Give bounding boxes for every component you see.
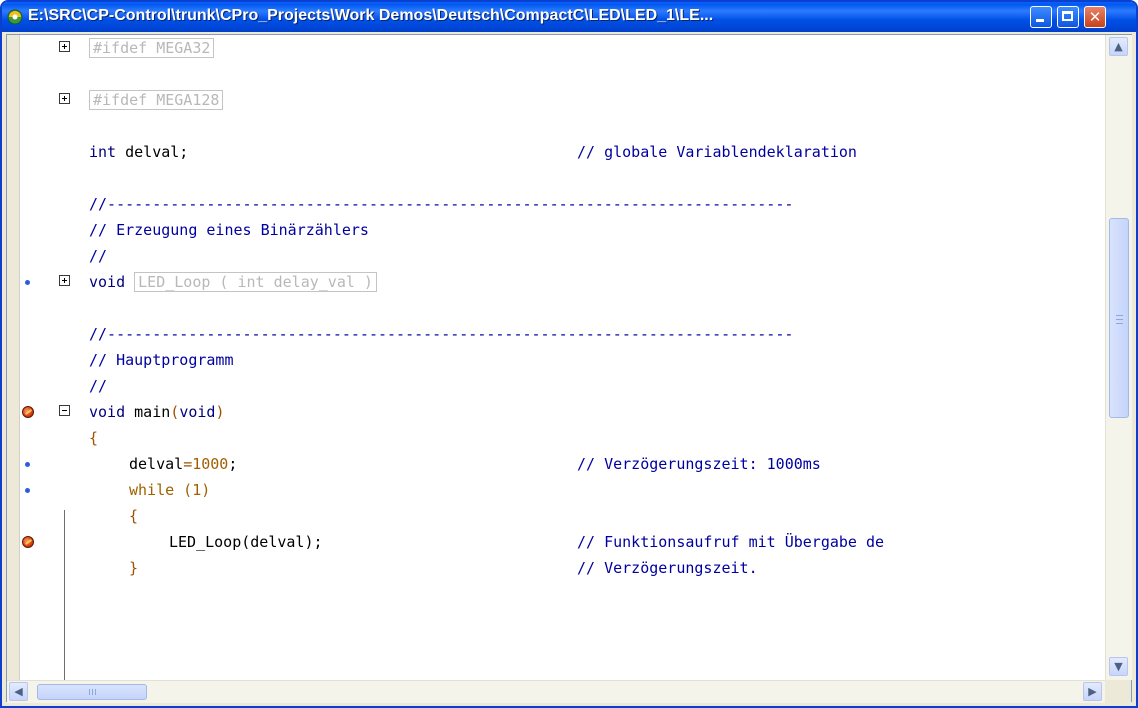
function-call: LED_Loop bbox=[169, 533, 242, 551]
code-comment: // Funktionsaufruf mit Übergabe de bbox=[577, 533, 885, 551]
code-line-9[interactable]: // Hauptprogramm bbox=[19, 347, 1105, 373]
close-icon: ✕ bbox=[1088, 8, 1102, 26]
horizontal-scrollbar[interactable]: ◀ ▶ bbox=[7, 680, 1105, 703]
scroll-down-button[interactable]: ▼ bbox=[1109, 657, 1128, 676]
code-line-8[interactable]: //--------------------------------------… bbox=[19, 321, 1105, 347]
chevron-up-icon: ▲ bbox=[1114, 40, 1123, 53]
executable-line-marker-icon[interactable] bbox=[25, 488, 30, 493]
breakpoint-icon[interactable] bbox=[22, 536, 34, 548]
executable-line-marker-icon[interactable] bbox=[25, 462, 30, 467]
vertical-scroll-thumb[interactable] bbox=[1109, 218, 1129, 418]
keyword: void bbox=[89, 273, 126, 291]
code-line-13[interactable]: delval=1000; // Verzögerungszeit: 1000ms bbox=[19, 451, 1105, 477]
horizontal-scroll-thumb[interactable] bbox=[37, 684, 147, 700]
expand-fold-icon[interactable] bbox=[59, 93, 70, 104]
brace: { bbox=[129, 507, 139, 525]
code-line-3[interactable]: int delval; // globale Variablendeklarat… bbox=[19, 139, 1105, 165]
folded-block-ifdef-mega32[interactable]: #ifdef MEGA32 bbox=[89, 38, 215, 58]
editor-window: E:\SRC\CP-Control\trunk\CPro_Projects\Wo… bbox=[0, 0, 1138, 708]
code-comment: // Verzögerungszeit. bbox=[577, 559, 758, 577]
keyword: int bbox=[89, 143, 117, 161]
code-line-16[interactable]: LED_Loop(delval); // Funktionsaufruf mit… bbox=[19, 529, 1105, 555]
resize-corner[interactable] bbox=[1105, 680, 1131, 702]
expand-fold-icon[interactable] bbox=[59, 41, 70, 52]
brace: { bbox=[89, 429, 99, 447]
chevron-right-icon: ▶ bbox=[1088, 685, 1097, 698]
code-line-14[interactable]: while (1) bbox=[19, 477, 1105, 503]
breakpoint-icon[interactable] bbox=[22, 406, 34, 418]
grip-icon bbox=[1116, 315, 1123, 316]
code-line-4[interactable]: //--------------------------------------… bbox=[19, 191, 1105, 217]
function-name: main bbox=[125, 403, 171, 421]
keyword: void bbox=[89, 403, 126, 421]
number-literal: 1000 bbox=[192, 455, 229, 473]
app-icon bbox=[7, 9, 23, 25]
code-line-11[interactable]: void main(void) bbox=[19, 399, 1105, 425]
code-line-7[interactable]: void LED_Loop ( int delay_val ) bbox=[19, 269, 1105, 295]
code-comment: //--------------------------------------… bbox=[89, 325, 794, 343]
folded-block-ifdef-mega128[interactable]: #ifdef MEGA128 bbox=[89, 90, 224, 110]
close-button[interactable]: ✕ bbox=[1084, 6, 1106, 28]
code-line-10[interactable]: // bbox=[19, 373, 1105, 399]
maximize-button[interactable] bbox=[1057, 6, 1079, 28]
keyword: while bbox=[129, 481, 175, 499]
code-comment: // Erzeugung eines Binärzählers bbox=[89, 221, 369, 239]
code-comment: // globale Variablendeklaration bbox=[577, 143, 857, 161]
code-comment: // bbox=[89, 377, 108, 395]
code-line-17[interactable]: } // Verzögerungszeit. bbox=[19, 555, 1105, 581]
minimize-icon bbox=[1036, 19, 1044, 22]
chevron-left-icon: ◀ bbox=[14, 685, 23, 698]
editor-client-area: #ifdef MEGA32 #ifdef MEGA128 int delval;… bbox=[6, 34, 1132, 703]
code-editor[interactable]: #ifdef MEGA32 #ifdef MEGA128 int delval;… bbox=[19, 35, 1105, 680]
code-line-6[interactable]: // bbox=[19, 243, 1105, 269]
code-line-12[interactable]: { bbox=[19, 425, 1105, 451]
scroll-up-button[interactable]: ▲ bbox=[1109, 37, 1128, 56]
executable-line-marker-icon[interactable] bbox=[25, 280, 30, 285]
code-text: delval; bbox=[116, 143, 189, 161]
title-bar[interactable]: E:\SRC\CP-Control\trunk\CPro_Projects\Wo… bbox=[2, 2, 1136, 32]
grip-icon bbox=[89, 689, 90, 695]
code-line-5[interactable]: // Erzeugung eines Binärzählers bbox=[19, 217, 1105, 243]
folded-function-led-loop[interactable]: LED_Loop ( int delay_val ) bbox=[134, 272, 377, 292]
scroll-left-button[interactable]: ◀ bbox=[9, 682, 28, 701]
code-line-1[interactable]: #ifdef MEGA32 bbox=[19, 35, 1105, 61]
code-line-15[interactable]: { bbox=[19, 503, 1105, 529]
expand-fold-icon[interactable] bbox=[59, 275, 70, 286]
code-comment: //--------------------------------------… bbox=[89, 195, 794, 213]
code-line-2[interactable]: #ifdef MEGA128 bbox=[19, 87, 1105, 113]
minimize-button[interactable] bbox=[1030, 6, 1052, 28]
chevron-down-icon: ▼ bbox=[1114, 660, 1123, 673]
vertical-scrollbar[interactable]: ▲ ▼ bbox=[1105, 35, 1132, 680]
window-title: E:\SRC\CP-Control\trunk\CPro_Projects\Wo… bbox=[28, 7, 714, 24]
maximize-icon bbox=[1062, 11, 1073, 21]
code-comment: // Verzögerungszeit: 1000ms bbox=[577, 455, 821, 473]
code-comment: // bbox=[89, 247, 108, 265]
scroll-right-button[interactable]: ▶ bbox=[1083, 682, 1102, 701]
collapse-fold-icon[interactable] bbox=[59, 405, 70, 416]
code-comment: // Hauptprogramm bbox=[89, 351, 234, 369]
brace: } bbox=[129, 559, 139, 577]
